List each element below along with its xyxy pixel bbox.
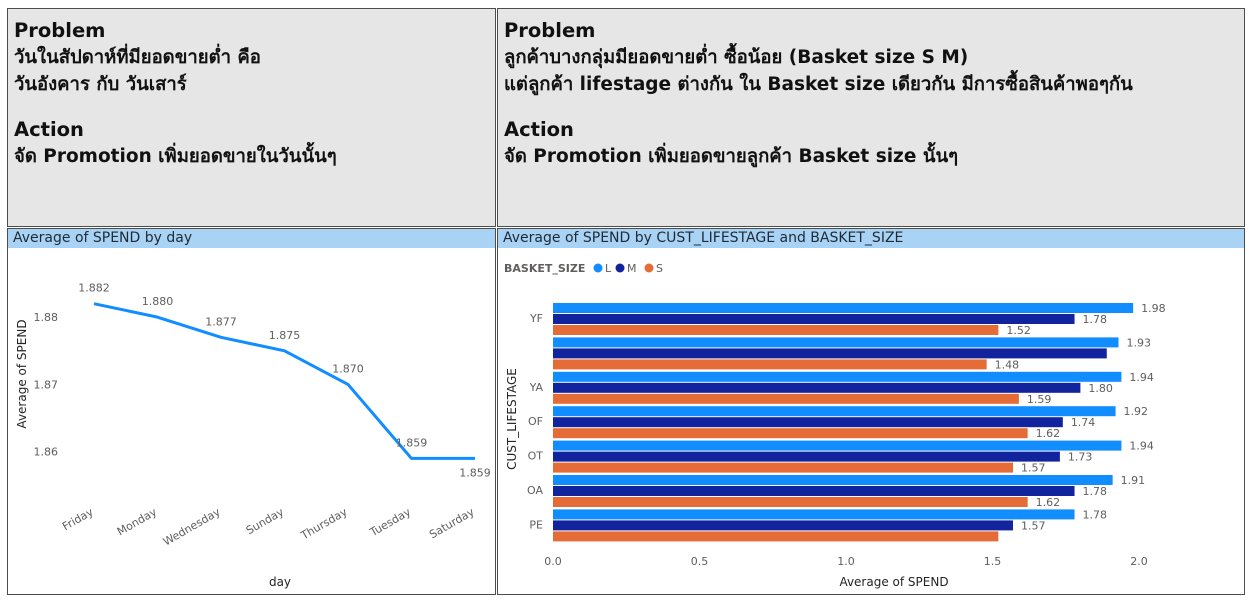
data-label: 1.94	[1129, 371, 1154, 384]
bar	[553, 486, 1075, 496]
bar	[553, 462, 1014, 473]
data-label: 1.62	[1036, 496, 1061, 509]
legend-item: S	[656, 262, 663, 275]
bar	[553, 440, 1122, 451]
data-label: 1.94	[1129, 440, 1154, 453]
y-axis-title: Average of SPEND	[15, 319, 29, 428]
legend-marker	[593, 263, 603, 273]
y-tick-label: 1.87	[34, 378, 59, 391]
problem-heading: Problem	[504, 19, 596, 42]
data-label: 1.73	[1068, 451, 1093, 464]
bar	[553, 303, 1134, 313]
data-label: 1.59	[1027, 393, 1052, 406]
problem-line: วันในสัปดาห์ที่มียอดขายต่ำ คือ	[14, 47, 261, 68]
line-chart: 1.86 1.87 1.88 1.882 1.880 1.877 1.875 1.870 1.8…	[15, 282, 491, 589]
legend-item: M	[627, 262, 637, 275]
data-label: 1.80	[1088, 382, 1113, 395]
data-label: 1.859	[396, 436, 428, 449]
y-tick-label: OA	[527, 484, 543, 497]
bar	[553, 475, 1113, 485]
x-axis-title: Average of SPEND	[839, 575, 948, 589]
data-label: 1.91	[1121, 474, 1146, 487]
data-label: 1.78	[1083, 485, 1108, 498]
data-label: 1.57	[1021, 462, 1046, 475]
x-tick-label: 0.5	[691, 555, 709, 568]
line-chart-panel: Average of SPEND by day 1.86 1.87 1.88 1.88…	[7, 228, 496, 595]
bar	[553, 451, 1060, 462]
data-label: 1.880	[142, 295, 174, 308]
bar	[553, 382, 1081, 393]
data-label: 1.78	[1083, 313, 1108, 326]
bar	[553, 393, 1019, 404]
x-axis-title: day	[269, 575, 291, 589]
bar	[553, 531, 999, 542]
x-tick-label: 0.0	[544, 555, 562, 568]
data-label: 1.870	[332, 362, 364, 375]
x-tick-label: Saturday	[427, 505, 477, 541]
y-tick-label: OF	[528, 415, 543, 428]
x-tick-label: Sunday	[244, 505, 287, 537]
y-tick-label: 1.86	[34, 446, 59, 459]
y-axis-title: CUST_LIFESTAGE	[505, 368, 519, 470]
y-tick-label: 1.88	[34, 311, 59, 324]
y-tick-label: OT	[528, 450, 544, 463]
x-tick-label: Monday	[115, 505, 160, 538]
y-tick-label: YA	[529, 381, 544, 394]
data-label: 1.875	[269, 329, 301, 342]
action-heading: Action	[14, 118, 84, 141]
bar	[553, 406, 1116, 417]
right-text-panel: Problem ลูกค้าบางกลุ่มมียอดขายต่ำ ซื้อน้…	[497, 8, 1245, 227]
bar	[553, 417, 1063, 428]
bar	[553, 359, 987, 370]
data-label: 1.48	[995, 358, 1020, 371]
x-tick-label: Wednesday	[161, 505, 223, 548]
data-label: 1.882	[78, 282, 110, 295]
action-heading: Action	[504, 118, 574, 141]
x-tick-label: 1.0	[837, 555, 855, 568]
data-label: 1.78	[1083, 508, 1108, 521]
data-label: 1.92	[1124, 405, 1149, 418]
x-tick-label: 1.5	[984, 555, 1002, 568]
series-line	[93, 302, 475, 460]
x-tick-label: 2.0	[1130, 555, 1148, 568]
bar	[553, 325, 999, 335]
bar	[553, 371, 1122, 382]
data-label: 1.93	[1126, 336, 1151, 349]
bar-chart-panel: Average of SPEND by CUST_LIFESTAGE and B…	[497, 228, 1245, 595]
bar	[553, 337, 1119, 348]
x-tick-label: Friday	[60, 505, 96, 533]
problem-line: แต่ลูกค้า lifestage ต่างกัน ใน Basket si…	[504, 74, 1133, 95]
legend-title: BASKET_SIZE	[504, 262, 585, 275]
y-tick-label: YF	[529, 312, 543, 325]
action-line: จัด Promotion เพิ่มยอดขายในวันนั้นๆ	[14, 146, 337, 167]
data-label: 1.62	[1036, 427, 1061, 440]
bar	[553, 314, 1075, 324]
data-label: 1.98	[1141, 302, 1166, 315]
action-line: จัด Promotion เพิ่มยอดขายลูกค้า Basket s…	[504, 146, 959, 167]
bar	[553, 428, 1028, 439]
data-label: 1.859	[459, 466, 491, 479]
bar	[553, 348, 1107, 359]
bar	[553, 520, 1014, 531]
data-label: 1.877	[205, 315, 237, 328]
bar	[553, 497, 1028, 507]
problem-heading: Problem	[14, 19, 106, 42]
data-label: 1.74	[1071, 416, 1096, 429]
problem-line: ลูกค้าบางกลุ่มมียอดขายต่ำ ซื้อน้อย (Bask…	[504, 47, 969, 68]
problem-line: วันอังคาร กับ วันเสาร์	[14, 74, 187, 95]
legend-item: L	[605, 262, 612, 275]
bar-chart: BASKET_SIZE L M S YF 1.98 1.78 1.52 1.93 1.48 YA 1.…	[504, 262, 1166, 589]
y-tick-label: PE	[529, 518, 543, 531]
bar	[553, 509, 1075, 520]
left-text-panel: Problem วันในสัปดาห์ที่มียอดขายต่ำ คือ ว…	[7, 8, 496, 227]
x-tick-label: Tuesday	[367, 505, 414, 539]
legend-marker	[615, 263, 625, 273]
data-label: 1.57	[1021, 519, 1046, 532]
data-label: 1.52	[1006, 324, 1031, 337]
x-tick-label: Thursday	[298, 505, 350, 543]
legend-marker	[644, 263, 654, 273]
